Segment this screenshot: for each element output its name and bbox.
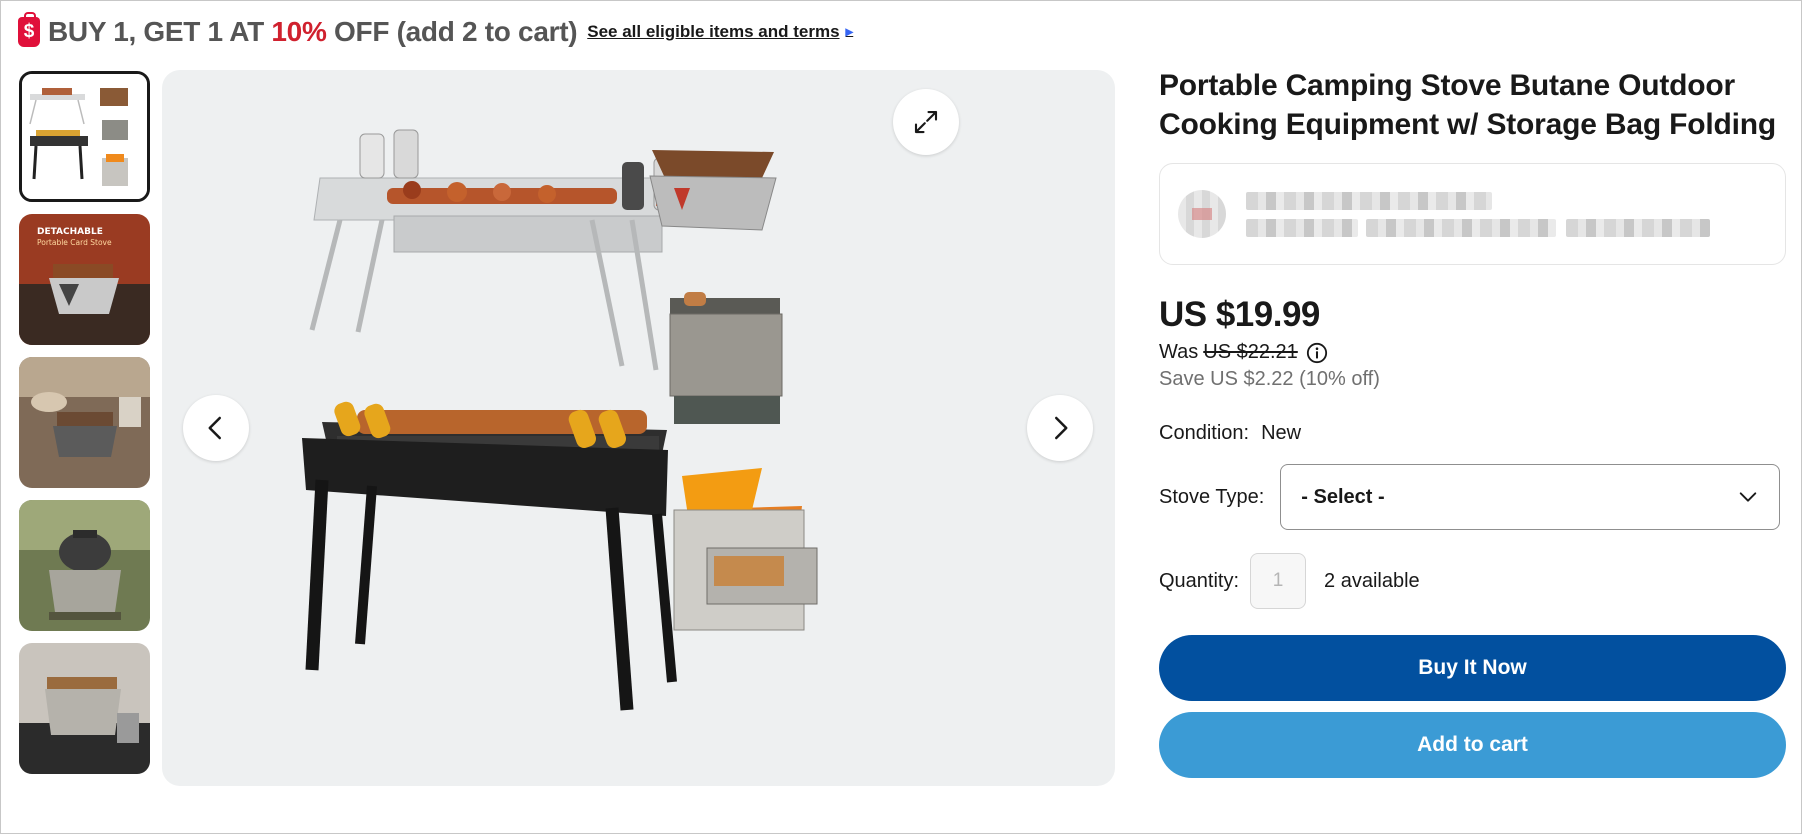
buy-it-now-button[interactable]: Buy It Now	[1159, 635, 1786, 701]
condition-value: New	[1261, 422, 1302, 444]
thumbnail-2[interactable]: DETACHABLE Portable Card Stove	[19, 214, 150, 345]
available-count: 2 available	[1324, 569, 1420, 592]
chevron-down-icon	[1740, 492, 1757, 502]
stove-type-select[interactable]: - Select -	[1280, 464, 1781, 530]
seller-avatar	[1178, 190, 1226, 238]
product-details-panel: Portable Camping Stove Butane Outdoor Co…	[1159, 66, 1787, 778]
stove-type-selected: - Select -	[1301, 485, 1385, 508]
thumbnail-3-image	[19, 357, 150, 488]
promo-percent: 10%	[271, 16, 327, 47]
promo-text: BUY 1, GET 1 AT 10% OFF (add 2 to cart)	[48, 16, 578, 47]
stove-type-row: Stove Type: - Select -	[1159, 464, 1787, 530]
seller-name-blurred	[1246, 192, 1492, 210]
shopping-bag-dollar-icon: $	[18, 12, 40, 47]
thumbnail-1[interactable]	[19, 71, 150, 202]
promo-banner: $ BUY 1, GET 1 AT 10% OFF (add 2 to cart…	[18, 12, 853, 52]
seller-card[interactable]	[1159, 163, 1786, 265]
chevron-right-icon	[1055, 416, 1068, 440]
condition-row: Condition: New	[1159, 422, 1787, 445]
thumbnail-list: DETACHABLE Portable Card Stove	[19, 71, 151, 786]
promo-terms-link[interactable]: See all eligible items and terms ▶	[587, 22, 853, 42]
info-circle-icon[interactable]	[1306, 342, 1328, 364]
seller-feedback-blurred	[1246, 219, 1358, 237]
quantity-row: Quantity: 1 2 available	[1159, 553, 1787, 609]
product-title: Portable Camping Stove Butane Outdoor Co…	[1159, 69, 1776, 141]
triangle-right-icon: ▶	[845, 26, 854, 38]
seller-feedback-blurred-3	[1566, 219, 1710, 237]
quantity-input[interactable]: 1	[1250, 553, 1307, 609]
was-label: Was	[1159, 341, 1199, 363]
thumbnail-2-image: DETACHABLE Portable Card Stove	[19, 214, 150, 345]
main-image-scene	[302, 129, 818, 711]
thumbnail-5[interactable]	[19, 643, 150, 774]
condition-label: Condition:	[1159, 422, 1250, 444]
was-price-row: Was US $22.21	[1159, 341, 1787, 364]
expand-image-button[interactable]	[893, 89, 959, 155]
expand-arrows-icon	[914, 110, 938, 134]
thumbnail-4[interactable]	[19, 500, 150, 631]
thumbnail-2-caption-line1: DETACHABLE	[37, 227, 103, 237]
thumbnail-1-image	[22, 74, 147, 199]
product-price: US $19.99	[1159, 295, 1320, 334]
seller-feedback-blurred-2	[1366, 219, 1556, 237]
stove-type-label: Stove Type:	[1159, 485, 1265, 508]
thumbnail-2-caption-line2: Portable Card Stove	[37, 238, 112, 247]
previous-image-button[interactable]	[183, 395, 249, 461]
next-image-button[interactable]	[1027, 395, 1093, 461]
was-price: US $22.21	[1203, 341, 1298, 363]
chevron-left-icon	[208, 416, 221, 440]
thumbnail-3[interactable]	[19, 357, 150, 488]
add-to-cart-button[interactable]: Add to cart	[1159, 712, 1786, 778]
thumbnail-5-image	[19, 643, 150, 774]
quantity-label: Quantity:	[1159, 569, 1240, 592]
thumbnail-4-image	[19, 500, 150, 631]
savings-text: Save US $2.22 (10% off)	[1159, 368, 1380, 390]
main-product-image[interactable]	[162, 70, 1115, 786]
